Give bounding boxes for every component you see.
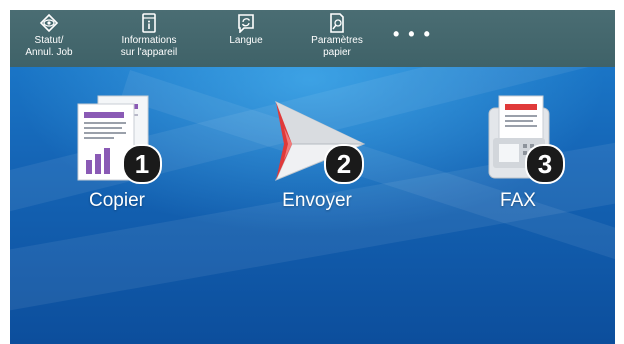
badge-1: 1 <box>122 144 162 184</box>
toolbar-label: Paramètres <box>311 35 363 46</box>
send-label: Envoyer <box>282 190 352 211</box>
paper-settings-button[interactable]: Paramètres papier <box>300 13 374 59</box>
language-icon <box>238 14 254 33</box>
toolbar-label: sur l'appareil <box>120 47 178 58</box>
more-menu-button[interactable]: • • • <box>393 24 432 45</box>
device-info-icon <box>142 13 156 33</box>
toolbar-label: Statut/ <box>34 35 64 46</box>
badge-3: 3 <box>525 144 565 184</box>
toolbar-label: papier <box>323 47 351 58</box>
language-button[interactable]: Langue <box>218 13 274 47</box>
paper-settings-icon <box>330 13 344 33</box>
home-screen: Statut/ Annul. Job Informations sur l'ap… <box>10 10 615 344</box>
toolbar-label: Langue <box>229 35 263 46</box>
device-info-button[interactable]: Informations sur l'appareil <box>108 13 190 59</box>
fax-app-button[interactable]: 3 FAX <box>463 88 573 212</box>
fax-label: FAX <box>500 190 536 211</box>
send-app-button[interactable]: 2 Envoyer <box>262 88 372 212</box>
copier-label: Copier <box>89 190 145 211</box>
top-toolbar: Statut/ Annul. Job Informations sur l'ap… <box>10 10 615 67</box>
status-job-cancel-button[interactable]: Statut/ Annul. Job <box>18 13 80 59</box>
copier-app-button[interactable]: 1 Copier <box>62 88 172 212</box>
badge-2: 2 <box>324 144 364 184</box>
toolbar-label: Informations <box>121 35 177 46</box>
toolbar-label: Annul. Job <box>25 47 73 58</box>
eye-icon <box>39 13 59 33</box>
